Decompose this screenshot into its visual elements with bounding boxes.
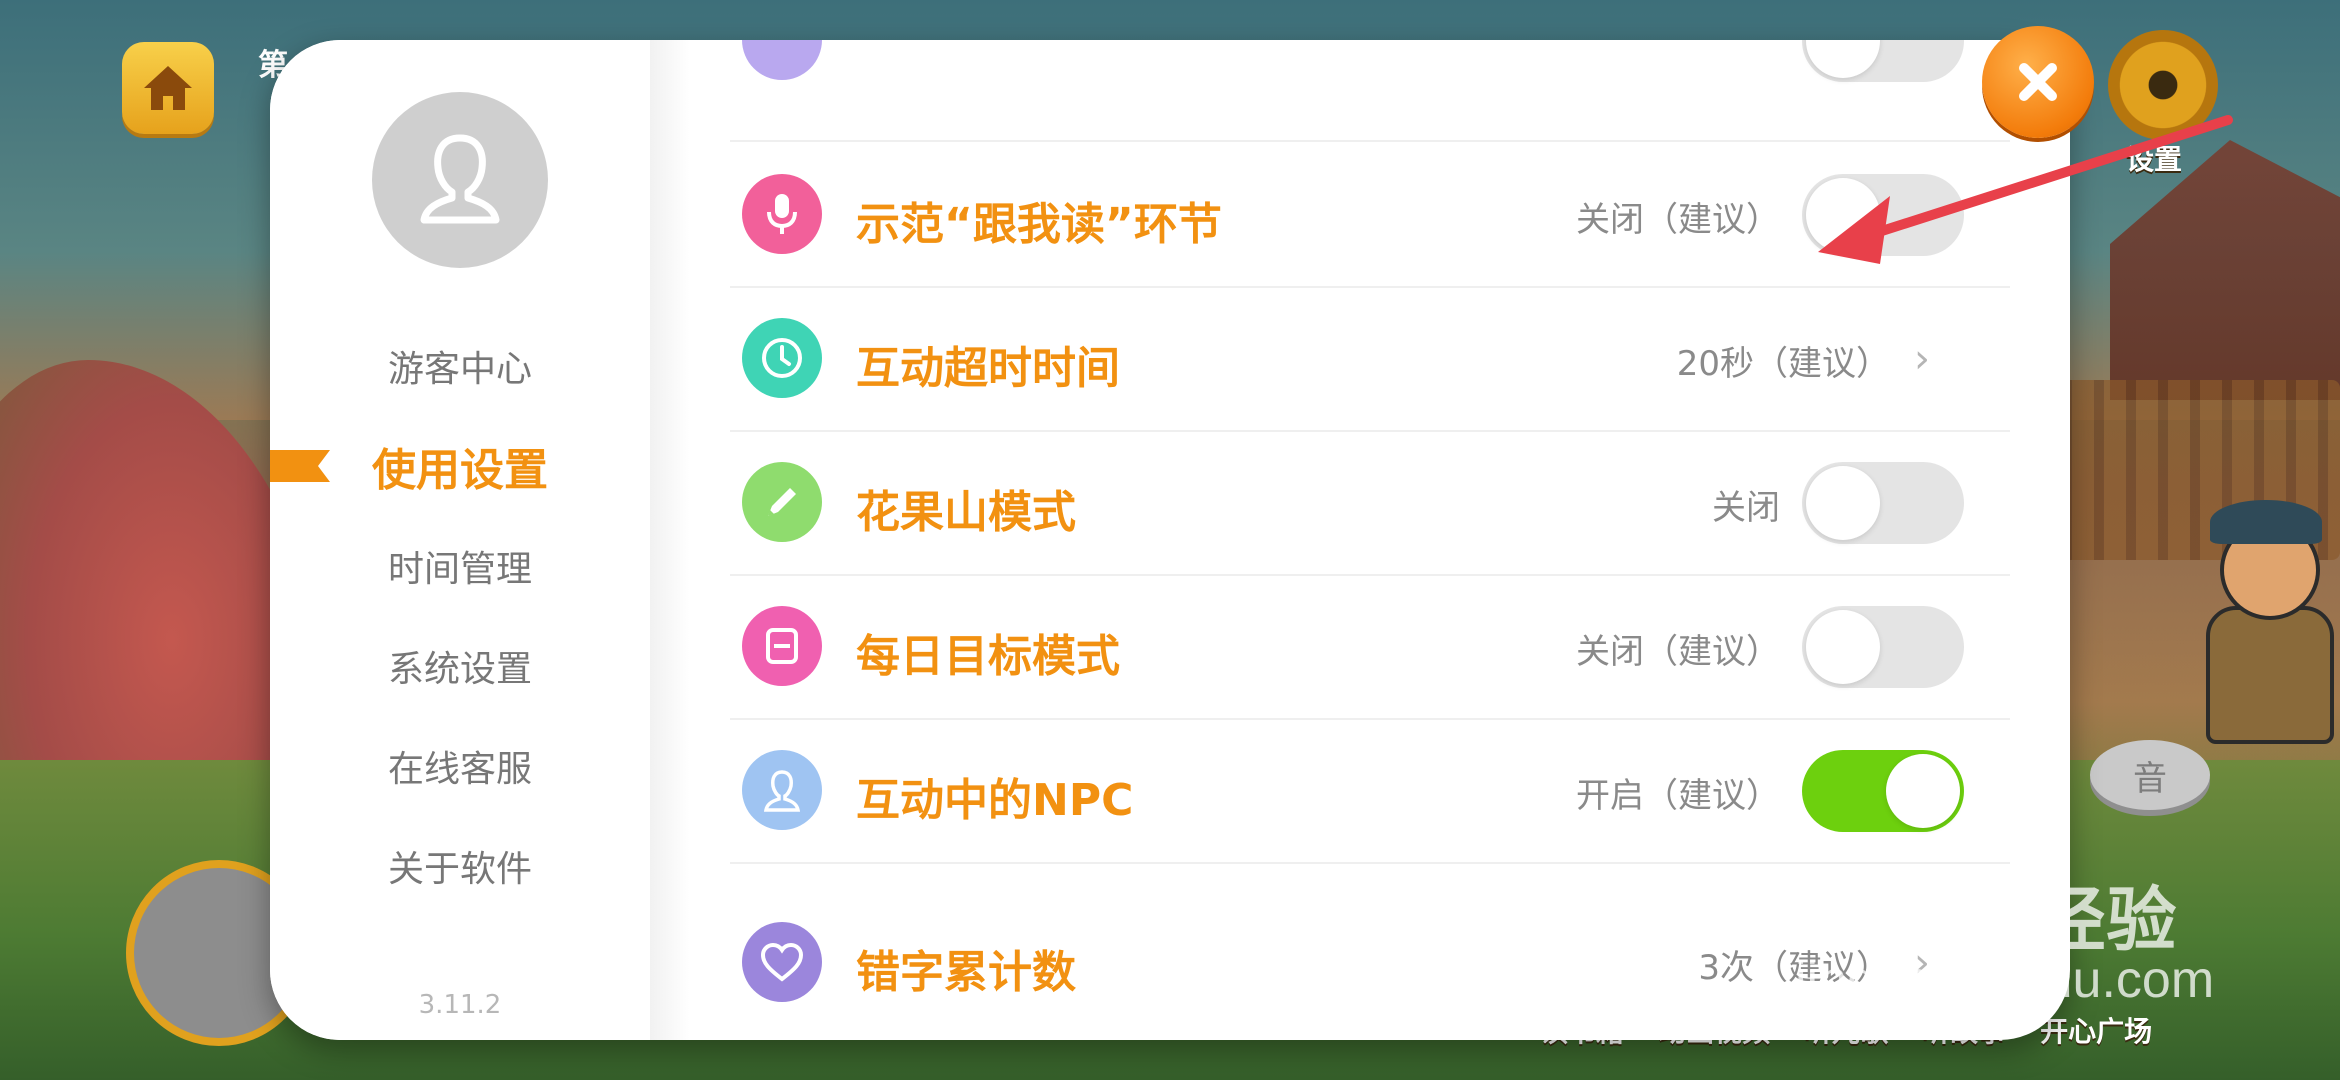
row-title: 互动中的NPC — [856, 775, 1134, 826]
watermark-url: jingyan.baidu.com — [1795, 951, 2215, 1009]
settings-row-huaguoshan[interactable]: 花果山模式 关闭 — [730, 430, 2010, 576]
row-title: 花果山模式 — [856, 487, 1076, 538]
sidebar-divider — [650, 40, 690, 1040]
row-value: 关闭（建议） — [1576, 200, 1780, 240]
row-icon — [742, 40, 822, 80]
microphone-icon — [742, 174, 822, 254]
settings-row-timeout[interactable]: 互动超时时间 20秒（建议） › — [730, 286, 2010, 432]
row-value: 20秒（建议） — [1676, 344, 1890, 384]
toggle-knob — [1886, 754, 1960, 828]
chevron-right-icon: › — [1914, 336, 1930, 382]
sidebar-item-visitor-center[interactable]: 游客中心 — [270, 316, 650, 416]
settings-row-partial — [730, 40, 2010, 142]
row-value: 开启（建议） — [1576, 776, 1780, 816]
sidebar-item-system-settings[interactable]: 系统设置 — [270, 616, 650, 716]
sidebar-nav: 游客中心 使用设置 时间管理 系统设置 在线客服 关于软件 — [270, 316, 650, 916]
sidebar-item-time-management[interactable]: 时间管理 — [270, 516, 650, 616]
sound-button[interactable]: 音 — [2090, 740, 2210, 810]
sidebar-item-label: 游客中心 — [387, 349, 532, 390]
npc-hat — [2210, 500, 2322, 544]
close-icon — [2019, 63, 2057, 101]
toggle-knob — [1806, 466, 1880, 540]
toggle-switch[interactable] — [1802, 174, 1964, 256]
clock-icon — [742, 318, 822, 398]
home-icon — [144, 66, 192, 110]
home-button[interactable] — [122, 42, 214, 134]
toggle-switch[interactable] — [1802, 750, 1964, 832]
sidebar-item-about[interactable]: 关于软件 — [270, 816, 650, 916]
toggle-knob — [1806, 40, 1880, 78]
sidebar-item-label: 时间管理 — [387, 549, 532, 590]
pencil-icon — [742, 462, 822, 542]
settings-sidebar: 游客中心 使用设置 时间管理 系统设置 在线客服 关于软件 3.11.2 — [270, 40, 650, 1040]
baidu-watermark: Bai du 经验 jingyan.baidu.com — [1795, 828, 2225, 1028]
npc-body — [2206, 606, 2334, 744]
row-title: 错字累计数 — [856, 947, 1076, 998]
version-label: 3.11.2 — [418, 990, 502, 1020]
row-value: 关闭（建议） — [1576, 632, 1780, 672]
gear-icon[interactable] — [2108, 30, 2218, 140]
sidebar-item-label: 关于软件 — [387, 849, 532, 890]
calendar-icon — [742, 606, 822, 686]
settings-label: 设置 — [2126, 143, 2183, 176]
heart-icon — [742, 922, 822, 1002]
profile-avatar[interactable] — [372, 92, 548, 268]
settings-row-read-along[interactable]: 示范“跟我读”环节 关闭（建议） — [730, 142, 2010, 288]
sound-label: 音 — [2133, 758, 2167, 799]
npc-character — [2196, 500, 2336, 744]
row-value: 关闭 — [1712, 488, 1780, 528]
settings-row-daily-goal[interactable]: 每日目标模式 关闭（建议） — [730, 574, 2010, 720]
toggle-knob — [1806, 610, 1880, 684]
toggle-knob — [1806, 178, 1880, 252]
user-icon — [420, 134, 500, 224]
sidebar-item-label: 使用设置 — [372, 445, 548, 496]
active-flag-icon — [270, 450, 330, 482]
toggle-switch[interactable] — [1802, 40, 1964, 82]
sidebar-item-online-service[interactable]: 在线客服 — [270, 716, 650, 816]
row-title: 每日目标模式 — [856, 631, 1120, 682]
row-title: 示范“跟我读”环节 — [856, 199, 1222, 250]
toggle-switch[interactable] — [1802, 462, 1964, 544]
sidebar-item-label: 系统设置 — [387, 649, 532, 690]
sidebar-item-label: 在线客服 — [387, 749, 532, 790]
row-title: 互动超时时间 — [856, 343, 1120, 394]
sidebar-item-usage-settings[interactable]: 使用设置 — [270, 416, 650, 516]
person-icon — [742, 750, 822, 830]
close-button[interactable] — [1982, 26, 2094, 138]
toggle-switch[interactable] — [1802, 606, 1964, 688]
